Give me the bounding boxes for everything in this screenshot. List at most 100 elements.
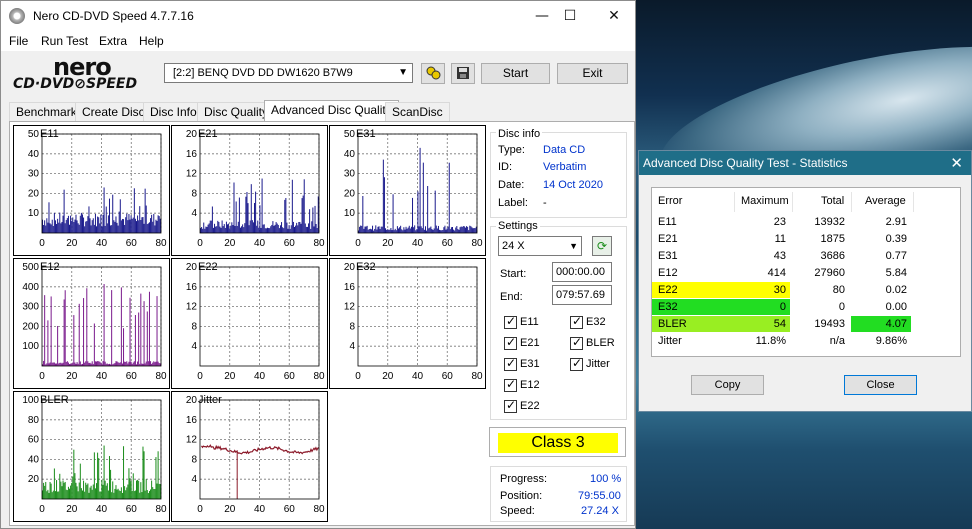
- data-bar: [89, 218, 91, 233]
- data-bar: [131, 218, 133, 233]
- data-bar: [289, 228, 291, 233]
- stat-name-e22: E22: [658, 284, 678, 296]
- close-button[interactable]: ✕: [591, 1, 637, 31]
- tab-disc-info[interactable]: Disc Info: [143, 102, 204, 122]
- data-bar: [140, 293, 142, 366]
- data-bar: [125, 217, 127, 233]
- tab-create-disc[interactable]: Create Disc: [75, 102, 152, 122]
- data-bar: [65, 489, 67, 499]
- tab-advanced-disc-quality[interactable]: Advanced Disc Quality: [264, 100, 399, 122]
- dialog-close-button[interactable]: Close: [844, 375, 917, 395]
- eject-button[interactable]: [421, 63, 445, 84]
- data-bar: [85, 221, 87, 233]
- data-bar: [433, 228, 435, 233]
- exit-button[interactable]: Exit: [557, 63, 628, 84]
- x-tick-label: 60: [126, 371, 138, 382]
- data-bar: [145, 205, 147, 233]
- data-bar: [138, 220, 140, 233]
- data-bar: [464, 227, 466, 233]
- checkbox-e31[interactable]: [504, 356, 517, 371]
- data-bar: [284, 199, 286, 233]
- save-button[interactable]: [451, 63, 475, 84]
- data-bar: [112, 194, 114, 233]
- drive-select[interactable]: [2:2] BENQ DVD DD DW1620 B7W9 ▼: [164, 63, 413, 83]
- data-bar: [296, 222, 298, 233]
- data-bar: [91, 220, 93, 233]
- data-bar: [69, 224, 71, 233]
- checkbox-bler[interactable]: [570, 335, 583, 350]
- copy-button[interactable]: Copy: [691, 375, 764, 395]
- x-tick-label: 60: [442, 371, 454, 382]
- data-bar: [125, 490, 127, 499]
- y-tick-label: 12: [186, 302, 198, 313]
- x-tick-label: 20: [382, 371, 394, 382]
- checkbox-e32[interactable]: [570, 314, 583, 329]
- checkbox-e22[interactable]: [504, 398, 517, 413]
- data-bar: [370, 229, 372, 233]
- x-tick-label: 40: [96, 238, 108, 249]
- tab-benchmark[interactable]: Benchmark: [9, 102, 84, 122]
- data-bar: [299, 221, 301, 233]
- end-label: End:: [500, 291, 523, 303]
- refresh-speed-button[interactable]: ⟳: [592, 236, 612, 256]
- data-bar: [51, 219, 53, 233]
- checkbox-e12[interactable]: [504, 377, 517, 392]
- data-bar: [137, 479, 139, 499]
- data-bar: [360, 225, 362, 233]
- data-bar: [107, 215, 109, 233]
- menu-extra[interactable]: Extra: [99, 34, 127, 48]
- checkbox-e11[interactable]: [504, 314, 517, 329]
- data-bar: [131, 490, 133, 499]
- data-bar: [376, 229, 378, 233]
- dialog-close-icon[interactable]: ✕: [950, 151, 963, 175]
- data-bar: [419, 147, 421, 233]
- start-field[interactable]: 000:00.00: [552, 262, 612, 282]
- start-button[interactable]: Start: [481, 63, 550, 84]
- data-bar: [270, 226, 272, 233]
- menu-help[interactable]: Help: [139, 34, 164, 48]
- speed-label: Speed:: [500, 505, 535, 517]
- data-bar: [406, 228, 408, 233]
- maximize-button[interactable]: ☐: [547, 1, 593, 31]
- data-bar: [387, 229, 389, 233]
- y-tick-label: 16: [186, 282, 198, 293]
- data-bar: [404, 229, 406, 233]
- data-bar: [380, 226, 382, 233]
- stat-name-bler: BLER: [658, 318, 687, 330]
- data-bar: [381, 226, 383, 233]
- data-bar: [208, 223, 210, 233]
- id-value: Verbatim: [543, 161, 587, 173]
- data-bar: [228, 223, 230, 233]
- tab-scandisc[interactable]: ScanDisc: [385, 102, 450, 122]
- data-bar: [272, 221, 274, 233]
- data-bar: [146, 490, 148, 499]
- data-bar: [60, 223, 62, 233]
- end-field[interactable]: 079:57.69: [552, 285, 612, 305]
- x-tick-label: 60: [126, 504, 138, 515]
- y-tick-label: 4: [191, 341, 197, 352]
- label-label: Label:: [498, 197, 528, 209]
- data-bar: [396, 226, 398, 233]
- data-bar: [71, 482, 73, 499]
- menu-file[interactable]: File: [9, 34, 28, 48]
- stat-total-e22: 80: [832, 284, 845, 296]
- data-bar: [448, 162, 450, 233]
- checkbox-jitter[interactable]: [570, 356, 583, 371]
- data-bar: [86, 288, 88, 366]
- x-tick-label: 0: [197, 504, 203, 515]
- data-bar: [209, 220, 211, 233]
- data-bar: [65, 361, 67, 366]
- speed-select[interactable]: 24 X ▼: [498, 236, 582, 256]
- y-tick-label: 16: [344, 282, 356, 293]
- data-bar: [124, 224, 126, 233]
- data-bar: [86, 484, 88, 499]
- data-bar: [60, 481, 62, 499]
- data-bar: [85, 361, 87, 366]
- data-bar: [456, 226, 458, 233]
- data-bar: [102, 214, 104, 233]
- data-bar: [76, 220, 78, 233]
- menu-run-test[interactable]: Run Test: [41, 34, 88, 48]
- data-bar: [211, 206, 213, 233]
- checkbox-e21[interactable]: [504, 335, 517, 350]
- data-bar: [93, 323, 95, 366]
